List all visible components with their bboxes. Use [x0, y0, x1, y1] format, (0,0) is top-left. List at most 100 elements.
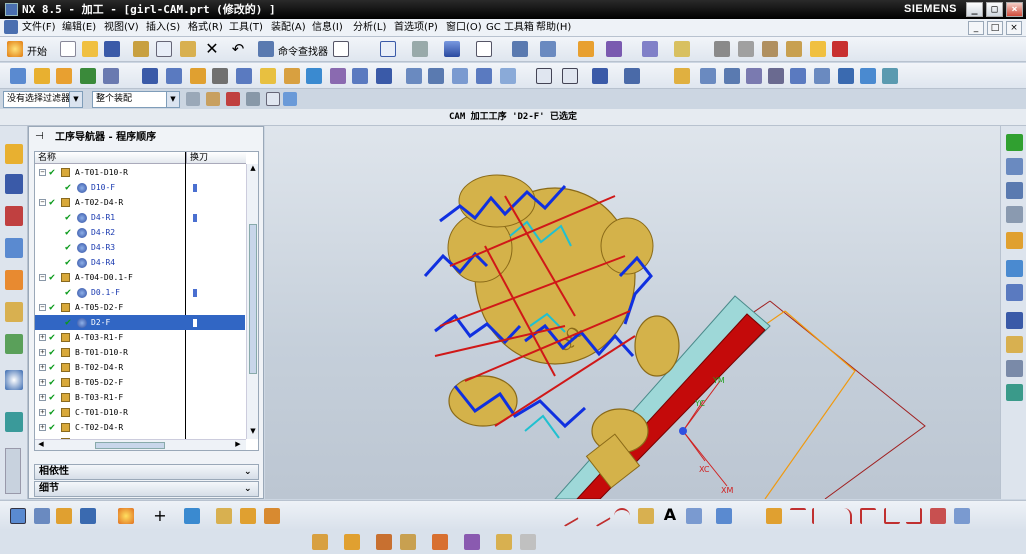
scroll-left-icon[interactable]: ◀ — [36, 440, 46, 450]
trim-icon[interactable] — [766, 508, 782, 524]
open-folder-icon[interactable] — [82, 41, 98, 57]
chat-icon[interactable] — [1006, 260, 1023, 277]
command-finder-icon[interactable] — [258, 41, 274, 57]
fixed-contour-icon[interactable] — [376, 534, 392, 550]
system-materials-tab-icon[interactable] — [5, 412, 23, 432]
join-icon[interactable] — [906, 508, 922, 524]
pin-icon[interactable]: ⊣ — [35, 131, 44, 142]
create-geometry-icon[interactable] — [56, 68, 72, 84]
roles-tab-icon[interactable] — [5, 334, 23, 354]
box-icon[interactable] — [810, 41, 826, 57]
feeds-speeds-icon[interactable] — [674, 68, 690, 84]
display-path-icon[interactable] — [536, 68, 552, 84]
menu-edit[interactable]: 编辑(E) — [62, 21, 96, 35]
paste-object-icon[interactable] — [476, 68, 492, 84]
spline-icon[interactable] — [638, 508, 654, 524]
cut-icon[interactable] — [133, 41, 149, 57]
wcs-icon[interactable] — [512, 41, 528, 57]
expand-toggle-icon[interactable]: + — [39, 349, 46, 356]
program-group-row[interactable]: + ✔ A-T03-R1-F — [35, 330, 245, 345]
expand-toggle-icon[interactable]: + — [39, 424, 46, 431]
cavity-mill-icon[interactable] — [312, 534, 328, 550]
menu-gc-toolbox[interactable]: GC 工具箱 — [486, 21, 534, 35]
expand-toggle-icon[interactable]: + — [39, 379, 46, 386]
program-group-row[interactable]: + ✔ C-T01-D10-R — [35, 405, 245, 420]
details-panel-header[interactable]: 细节 ⌄ — [34, 481, 259, 497]
line-icon[interactable] — [557, 505, 579, 527]
resource-scroll-control[interactable] — [5, 448, 21, 494]
program-order-view-icon[interactable] — [142, 68, 158, 84]
reuse-library-tab-icon[interactable] — [5, 270, 23, 290]
dependency-panel-header[interactable]: 相依性 ⌄ — [34, 464, 259, 480]
doc-restore-button[interactable]: □ — [987, 21, 1003, 35]
undo-icon[interactable]: ↶ — [230, 41, 246, 57]
layout-icon[interactable] — [333, 41, 349, 57]
vertical-scrollbar[interactable]: ▲ ▼ — [246, 164, 258, 439]
machine-tool-view-icon[interactable] — [166, 68, 182, 84]
expand-toggle-icon[interactable]: + — [39, 364, 46, 371]
horizontal-scroll-thumb[interactable] — [95, 442, 165, 449]
fit-view-icon[interactable] — [380, 41, 396, 57]
show-icon[interactable] — [80, 508, 96, 524]
show-hide-icon[interactable] — [578, 41, 594, 57]
graphics-window[interactable]: YM YC XC XM QQ — [265, 126, 1000, 500]
edit-object-icon[interactable] — [406, 68, 422, 84]
menu-assembly[interactable]: 装配(A) — [271, 21, 306, 35]
geometry-filter-icon[interactable] — [56, 508, 72, 524]
polyline-icon[interactable] — [589, 505, 611, 527]
curve-params-icon[interactable] — [954, 508, 970, 524]
hole-mill-icon[interactable] — [496, 534, 512, 550]
tool-check-icon[interactable] — [790, 68, 806, 84]
output-cls-icon[interactable] — [376, 68, 392, 84]
extend-icon[interactable] — [884, 508, 900, 524]
maximize-button[interactable]: □ — [986, 2, 1003, 17]
tools-icon[interactable] — [762, 41, 778, 57]
create-tool-icon[interactable] — [34, 68, 50, 84]
ipw-icon[interactable] — [882, 68, 898, 84]
delete-icon[interactable]: ✕ — [204, 41, 220, 57]
text-icon[interactable]: A — [662, 506, 678, 524]
generate-path-icon[interactable] — [236, 68, 252, 84]
selection-filter-dropdown[interactable]: 没有选择过滤器 ▼ — [3, 91, 83, 108]
arc-icon[interactable] — [614, 508, 630, 524]
point-icon[interactable] — [1006, 232, 1023, 249]
menu-insert[interactable]: 插入(S) — [146, 21, 180, 35]
component-icon[interactable] — [738, 41, 754, 57]
color-wheel-icon[interactable] — [118, 508, 134, 524]
doc-close-button[interactable]: × — [1006, 21, 1022, 35]
measure-icon[interactable] — [674, 41, 690, 57]
create-method-icon[interactable] — [80, 68, 96, 84]
select-operation-icon[interactable] — [10, 508, 26, 524]
regenerate-icon[interactable] — [1006, 182, 1023, 199]
gouge-check-icon[interactable] — [814, 68, 830, 84]
expand-toggle-icon[interactable]: − — [39, 304, 46, 311]
menu-preferences[interactable]: 首选项(P) — [394, 21, 438, 35]
info-icon[interactable] — [838, 68, 854, 84]
shaded-cube-icon[interactable] — [444, 41, 460, 57]
menu-format[interactable]: 格式(R) — [188, 21, 223, 35]
filter-view-icon[interactable] — [34, 508, 50, 524]
program-group-row[interactable]: + ✔ B-T01-D10-R — [35, 345, 245, 360]
view-orient-icon[interactable] — [412, 41, 428, 57]
scroll-right-icon[interactable]: ▶ — [233, 440, 243, 450]
background-color-icon[interactable] — [476, 41, 492, 57]
browse-icon[interactable] — [1006, 284, 1023, 301]
program-group-row[interactable]: + ✔ B-T02-D4-R — [35, 360, 245, 375]
expand-toggle-icon[interactable]: + — [39, 334, 46, 341]
tool-axis-icon[interactable] — [700, 68, 716, 84]
corner-icon[interactable] — [812, 508, 828, 524]
menu-tools[interactable]: 工具(T) — [229, 21, 263, 35]
copy-object-icon[interactable] — [452, 68, 468, 84]
path-filter-icon[interactable] — [860, 68, 876, 84]
postprocess-icon[interactable] — [330, 68, 346, 84]
display-object-icon[interactable] — [562, 68, 578, 84]
operation-row[interactable]: ✔ D10-F — [35, 180, 245, 195]
close-button[interactable]: × — [1006, 2, 1023, 17]
filter-settings-icon[interactable] — [186, 92, 200, 106]
shop-doc-icon[interactable] — [352, 68, 368, 84]
cut-object-icon[interactable] — [428, 68, 444, 84]
block-icon[interactable] — [216, 508, 232, 524]
clock-icon[interactable] — [1006, 360, 1023, 377]
operation-row[interactable]: ✔ D0.1-F — [35, 285, 245, 300]
selection-scope-dropdown[interactable]: 整个装配 ▼ — [92, 91, 180, 108]
